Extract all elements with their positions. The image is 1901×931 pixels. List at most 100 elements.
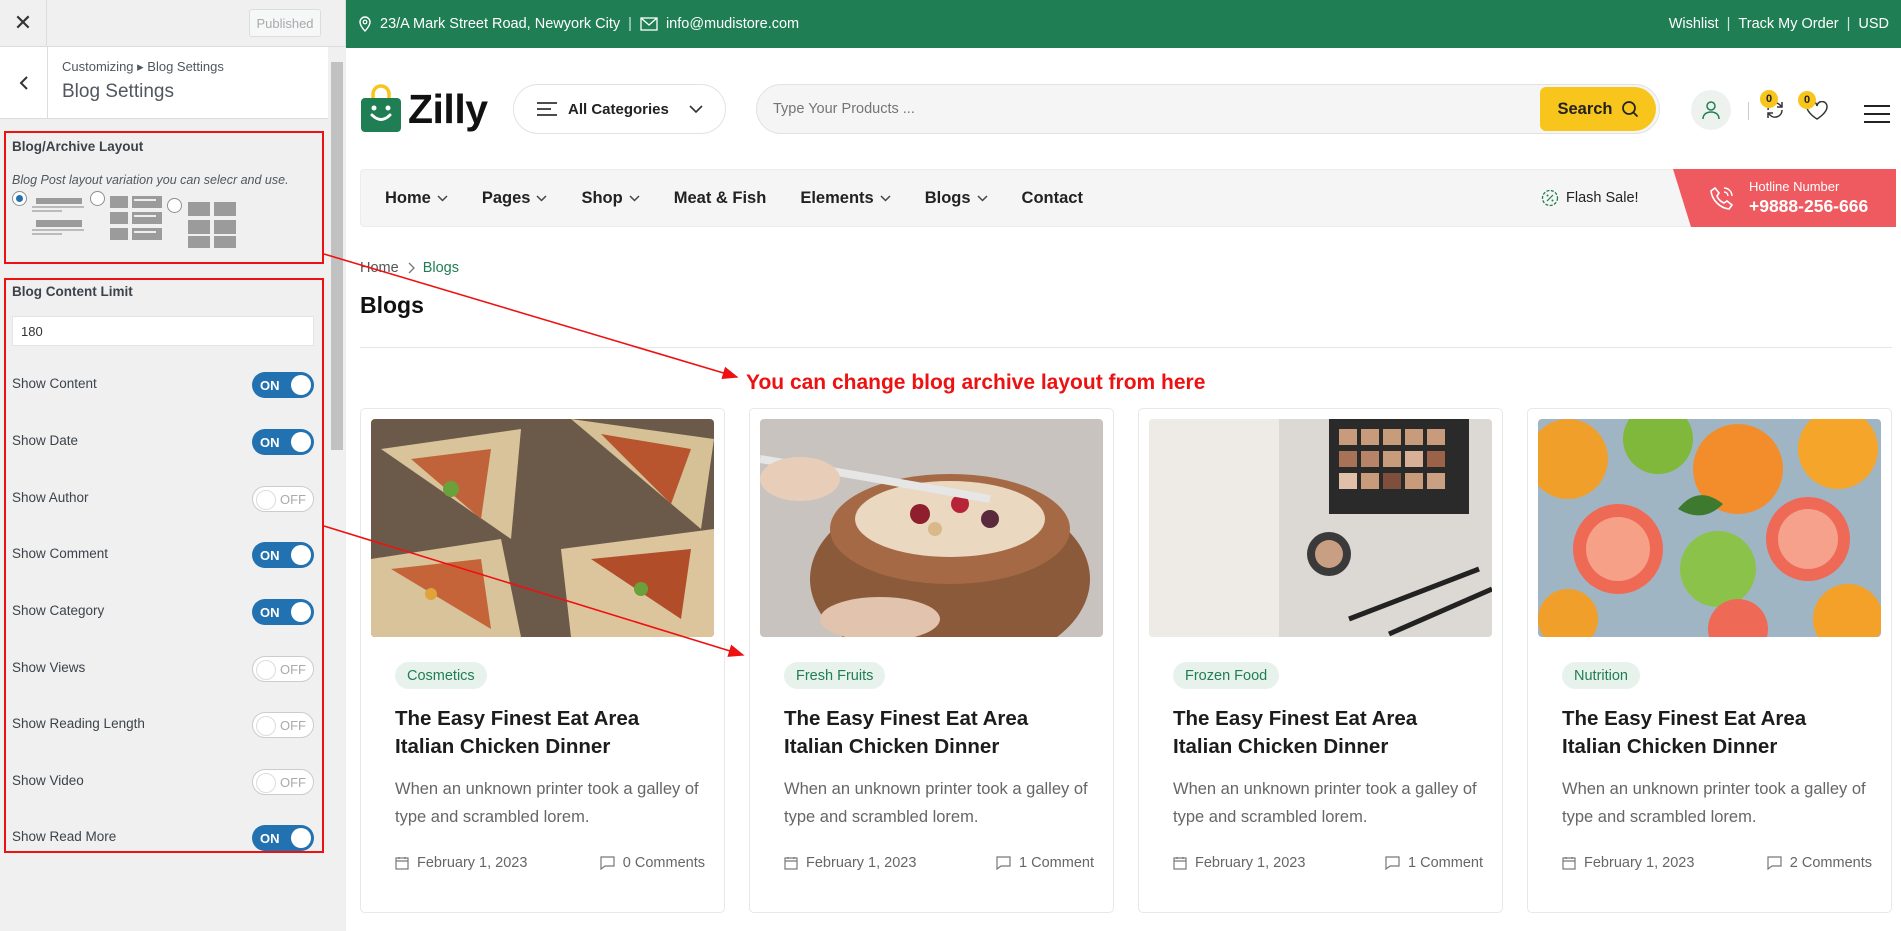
toggle-label: Show Video: [12, 773, 84, 788]
location-pin-icon: [359, 16, 371, 32]
track-order-link[interactable]: Track My Order: [1738, 16, 1838, 32]
blog-card-image[interactable]: [371, 419, 714, 637]
blog-card-category[interactable]: Frozen Food: [1173, 662, 1280, 689]
blog-card-date-wrap: February 1, 2023: [395, 855, 527, 871]
blog-card-comments: 1 Comment: [1019, 855, 1094, 871]
layout-radio-grid-3[interactable]: [167, 198, 182, 213]
customizer-section-header: Customizing ▸ Blog Settings Blog Setting…: [0, 47, 328, 119]
toggle-label: Show Read More: [12, 829, 117, 844]
all-categories-dropdown[interactable]: All Categories: [513, 84, 726, 134]
hotline-box[interactable]: Hotline Number +9888-256-666: [1691, 169, 1896, 227]
blog-card-excerpt: When an unknown printer took a galley of…: [1562, 780, 1866, 826]
scrollbar-thumb[interactable]: [331, 62, 343, 450]
breadcrumb: Home Blogs: [360, 260, 459, 276]
calendar-icon: [1173, 857, 1187, 870]
search-icon: [1621, 101, 1638, 118]
wishlist-link[interactable]: Wishlist: [1669, 16, 1719, 32]
nav-item[interactable]: Pages: [482, 189, 548, 208]
blog-card-date-wrap: February 1, 2023: [784, 855, 916, 871]
nav-item[interactable]: Blogs: [925, 189, 988, 208]
layout-list-thumbnail[interactable]: [30, 196, 86, 246]
back-arrow-icon[interactable]: [0, 47, 48, 118]
toggle-switch[interactable]: OFF: [252, 486, 314, 512]
wishlist-count-badge: 0: [1798, 91, 1816, 109]
currency-selector[interactable]: USD: [1858, 16, 1889, 32]
layout-section-label: Blog/Archive Layout: [12, 139, 144, 154]
user-account-button[interactable]: [1691, 90, 1731, 130]
comment-icon: [1385, 856, 1400, 870]
blog-card-category[interactable]: Fresh Fruits: [784, 662, 886, 689]
blog-card[interactable]: Frozen Food The Easy Finest Eat Area Ital…: [1138, 408, 1503, 913]
close-icon[interactable]: ✕: [0, 0, 47, 47]
wishlist-button[interactable]: 0: [1798, 91, 1828, 125]
breadcrumb-home[interactable]: Home: [360, 260, 399, 276]
hamburger-menu-button[interactable]: [1863, 104, 1891, 129]
menu-lines-icon: [537, 102, 557, 116]
blog-card-date: February 1, 2023: [1195, 855, 1306, 871]
content-limit-input[interactable]: 180: [12, 316, 314, 346]
search-bar: Search: [756, 84, 1660, 134]
published-button[interactable]: Published: [249, 9, 321, 37]
blog-card-comments-wrap[interactable]: 1 Comment: [996, 855, 1094, 871]
toggle-switch[interactable]: OFF: [252, 656, 314, 682]
blog-card-comments-wrap[interactable]: 0 Comments: [600, 855, 705, 871]
search-button[interactable]: Search: [1540, 87, 1656, 131]
blog-card-title[interactable]: The Easy Finest Eat Area Italian Chicken…: [1173, 705, 1473, 761]
blog-card-category[interactable]: Cosmetics: [395, 662, 487, 689]
toggle-switch[interactable]: ON: [252, 599, 314, 625]
blog-card[interactable]: Cosmetics The Easy Finest Eat Area Italia…: [360, 408, 725, 913]
blog-card-meta: February 1, 2023 0 Comments: [395, 855, 705, 871]
toggle-label: Show Category: [12, 603, 105, 618]
nav-item[interactable]: Meat & Fish: [674, 189, 767, 208]
blog-card-date: February 1, 2023: [1584, 855, 1695, 871]
calendar-icon: [1562, 857, 1576, 870]
comment-icon: [996, 856, 1011, 870]
divider: [360, 347, 1892, 348]
blog-card-image[interactable]: [760, 419, 1103, 637]
customizer-topbar: ✕ Published: [0, 0, 345, 47]
breadcrumb-current: Blogs: [422, 260, 459, 276]
blog-card[interactable]: Nutrition The Easy Finest Eat Area Italia…: [1527, 408, 1892, 913]
blog-card-title[interactable]: The Easy Finest Eat Area Italian Chicken…: [1562, 705, 1862, 761]
blog-card-image[interactable]: [1149, 419, 1492, 637]
layout-radio-grid-2[interactable]: [90, 191, 105, 206]
blog-card-comments-wrap[interactable]: 2 Comments: [1767, 855, 1872, 871]
layout-grid-2-thumbnail[interactable]: [108, 194, 166, 244]
toggle-switch[interactable]: OFF: [252, 769, 314, 795]
toggle-switch[interactable]: OFF: [252, 712, 314, 738]
toggle-switch[interactable]: ON: [252, 825, 314, 851]
site-header: Zilly All Categories Search 0 0: [346, 48, 1901, 168]
blog-card[interactable]: Fresh Fruits The Easy Finest Eat Area Ita…: [749, 408, 1114, 913]
nav-item[interactable]: Shop: [581, 189, 640, 208]
topbar-email[interactable]: info@mudistore.com: [666, 16, 799, 32]
layout-grid-3-thumbnail[interactable]: [186, 200, 242, 250]
nav-item[interactable]: Home: [385, 189, 448, 208]
toggle-switch[interactable]: ON: [252, 372, 314, 398]
blog-card-meta: February 1, 2023 1 Comment: [784, 855, 1094, 871]
blog-card-title[interactable]: The Easy Finest Eat Area Italian Chicken…: [784, 705, 1084, 761]
toggle-switch[interactable]: ON: [252, 429, 314, 455]
blog-card-title[interactable]: The Easy Finest Eat Area Italian Chicken…: [395, 705, 695, 761]
blog-card-category[interactable]: Nutrition: [1562, 662, 1640, 689]
search-input[interactable]: [757, 101, 1540, 117]
nav-item[interactable]: Contact: [1022, 189, 1083, 208]
layout-radio-list[interactable]: [12, 191, 27, 206]
blog-card-date: February 1, 2023: [806, 855, 917, 871]
blog-card-comments: 2 Comments: [1789, 855, 1872, 871]
blog-card-image[interactable]: [1538, 419, 1881, 637]
toggle-state: OFF: [280, 717, 306, 733]
blog-card-meta: February 1, 2023 1 Comment: [1173, 855, 1483, 871]
comment-icon: [600, 856, 615, 870]
toggle-state: OFF: [280, 491, 306, 507]
blog-card-meta: February 1, 2023 2 Comments: [1562, 855, 1872, 871]
logo[interactable]: Zilly: [360, 84, 488, 134]
nav-item[interactable]: Elements: [800, 189, 891, 208]
all-categories-label: All Categories: [568, 100, 669, 118]
toggle-state: ON: [260, 377, 280, 393]
blog-card-comments-wrap[interactable]: 1 Comment: [1385, 855, 1483, 871]
blog-card-date: February 1, 2023: [417, 855, 528, 871]
topbar: 23/A Mark Street Road, Newyork City | in…: [346, 0, 1901, 48]
toggle-switch[interactable]: ON: [252, 542, 314, 568]
compare-button[interactable]: 0: [1760, 90, 1786, 125]
main-nav: Home Pages Shop Meat & Fish Elements Blogs Con…: [360, 169, 1896, 227]
